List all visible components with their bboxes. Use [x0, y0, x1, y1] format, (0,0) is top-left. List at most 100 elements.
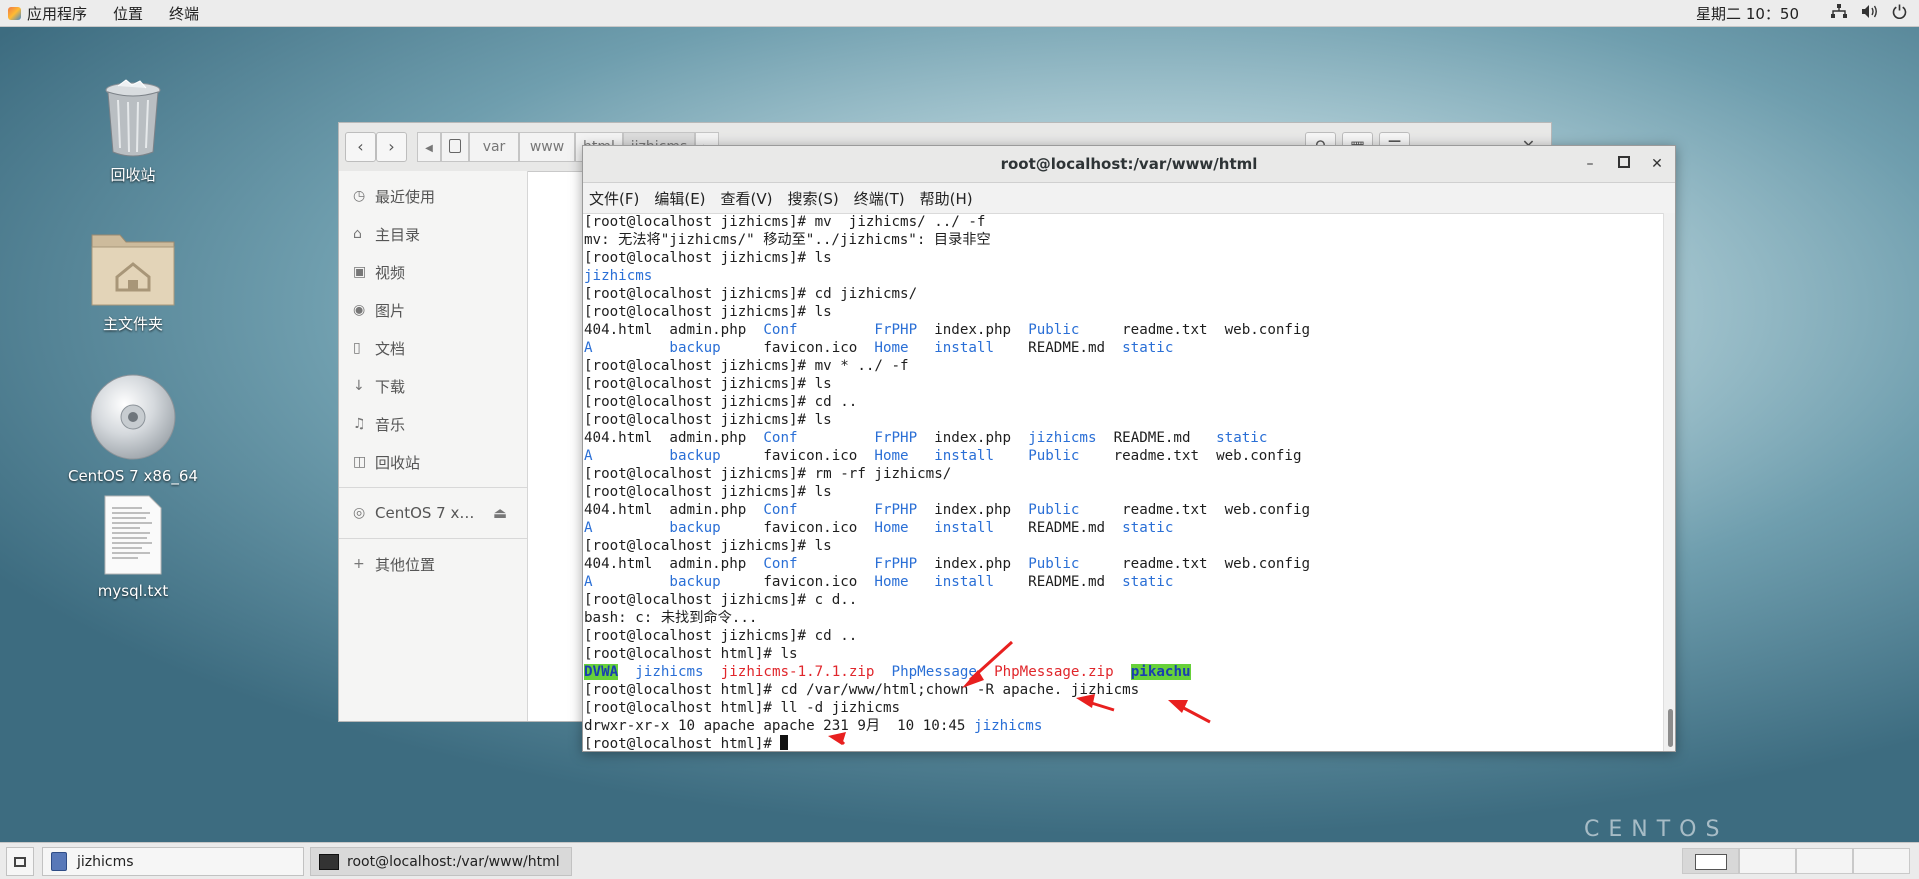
apps-menu-label: 应用程序	[27, 4, 88, 23]
breadcrumb-scroll-left[interactable]: ◀	[417, 132, 441, 162]
desktop-icon-home-folder[interactable]: 主文件夹	[63, 225, 203, 334]
terminal-line: A backup favicon.ico Home install README…	[584, 573, 1663, 591]
task-terminal[interactable]: root@localhost:/var/www/html	[310, 847, 572, 876]
terminal-text: favicon.ico	[720, 448, 875, 464]
sidebar-item-documents[interactable]: ▯ 文档	[339, 329, 527, 367]
terminal-text: [root@localhost html]# ls	[584, 646, 798, 662]
sidebar-item-recent[interactable]: ◷ 最近使用	[339, 177, 527, 215]
sidebar-item-trash[interactable]: ◫ 回收站	[339, 443, 527, 481]
terminal-line: [root@localhost jizhicms]# rm -rf jizhic…	[584, 465, 1663, 483]
terminal-line: A backup favicon.ico Home install README…	[584, 519, 1663, 537]
sidebar-divider	[339, 487, 527, 488]
volume-icon[interactable]	[1861, 4, 1878, 23]
workspace-3[interactable]	[1796, 848, 1853, 874]
chevron-right-icon: ›	[388, 137, 395, 156]
terminal-blue-text: Conf	[763, 430, 798, 446]
terminal-blue-text: static	[1122, 574, 1174, 590]
menu-file[interactable]: 文件(F)	[589, 188, 639, 209]
network-icon[interactable]	[1831, 4, 1847, 23]
minimize-button[interactable]: –	[1575, 146, 1605, 182]
close-button[interactable]: ✕	[1642, 146, 1672, 182]
sidebar-item-home[interactable]: ⌂ 主目录	[339, 215, 527, 253]
terminal-line: [root@localhost jizhicms]# ls	[584, 375, 1663, 393]
terminal-blue-text: FrPHP	[874, 322, 918, 338]
forward-button[interactable]: ›	[376, 132, 407, 162]
maximize-button[interactable]	[1609, 146, 1639, 182]
terminal-line: [root@localhost html]# ls	[584, 645, 1663, 663]
menu-terminal[interactable]: 终端(T)	[854, 188, 905, 209]
desktop-icon-label: CentOS 7 x86_64	[67, 467, 199, 485]
centos-watermark: CENTOS	[1584, 817, 1729, 842]
apps-menu[interactable]: 应用程序	[8, 3, 87, 24]
sidebar-item-other-locations[interactable]: + 其他位置	[339, 545, 527, 583]
workspace-2[interactable]	[1739, 848, 1796, 874]
menu-help[interactable]: 帮助(H)	[920, 188, 973, 209]
breadcrumb-www[interactable]: www	[519, 132, 575, 162]
terminal-icon	[319, 853, 339, 870]
file-manager-icon	[51, 852, 67, 871]
sidebar-item-label: 音乐	[375, 415, 406, 434]
terminal-line: [root@localhost jizhicms]# mv * ../ -f	[584, 357, 1663, 375]
terminal-line: [root@localhost jizhicms]# ls	[584, 411, 1663, 429]
sidebar-item-downloads[interactable]: ↓ 下载	[339, 367, 527, 405]
terminal-line: [root@localhost jizhicms]# cd ..	[584, 627, 1663, 645]
back-button[interactable]: ‹	[345, 132, 376, 162]
eject-icon[interactable]: ⏏	[493, 504, 507, 522]
terminal-blue-text: static	[1122, 340, 1174, 356]
task-file-manager[interactable]: jizhicms	[42, 847, 304, 876]
home-icon: ⌂	[353, 226, 362, 242]
menu-view[interactable]: 查看(V)	[721, 188, 773, 209]
terminal-blue-text: jizhicms	[974, 718, 1043, 734]
terminal-line: DVWA jizhicms jizhicms-1.7.1.zip PhpMess…	[584, 663, 1663, 681]
terminal-titlebar[interactable]: root@localhost:/var/www/html – ✕	[583, 146, 1675, 183]
terminal-text: readme.txt web.config	[1079, 322, 1311, 338]
terminal-text: [root@localhost jizhicms]# c d..	[584, 592, 858, 608]
clock[interactable]: 星期二 10：50	[1696, 3, 1799, 24]
terminal-menu[interactable]: 终端	[169, 3, 199, 24]
terminal-blue-text: Conf	[763, 322, 798, 338]
breadcrumb-root[interactable]	[441, 132, 469, 162]
show-desktop-button[interactable]	[6, 847, 34, 876]
terminal-blue-text: Conf	[763, 556, 798, 572]
home-folder-icon	[90, 225, 176, 307]
sidebar-item-videos[interactable]: ▣ 视频	[339, 253, 527, 291]
disc-icon: ◎	[353, 505, 366, 521]
terminal-window[interactable]: root@localhost:/var/www/html – ✕ 文件(F) 编…	[582, 145, 1676, 752]
terminal-line: [root@localhost html]# ll -d jizhicms	[584, 699, 1663, 717]
terminal-blue-text: Conf	[763, 502, 798, 518]
places-menu[interactable]: 位置	[113, 3, 143, 24]
terminal-line: bash: c: 未找到命令...	[584, 609, 1663, 627]
terminal-scrollbar[interactable]	[1663, 213, 1675, 751]
desktop-icon-disc[interactable]: CentOS 7 x86_64	[63, 373, 203, 485]
menu-edit[interactable]: 编辑(E)	[654, 188, 705, 209]
sidebar-item-label: 下载	[375, 377, 406, 396]
sidebar-item-pictures[interactable]: ◉ 图片	[339, 291, 527, 329]
terminal-line: 404.html admin.php Conf FrPHP index.php …	[584, 429, 1663, 447]
power-icon[interactable]	[1892, 4, 1907, 23]
scrollbar-thumb[interactable]	[1668, 709, 1673, 747]
desktop-icon-mysql-txt[interactable]: mysql.txt	[63, 494, 203, 600]
terminal-line: [root@localhost html]#	[584, 735, 1663, 751]
sidebar-item-label: CentOS 7 x…	[375, 504, 475, 522]
breadcrumb-var[interactable]: var	[469, 132, 519, 162]
terminal-text: index.php	[917, 556, 1029, 572]
terminal-text: 404.html admin.php	[584, 502, 764, 518]
task-label: root@localhost:/var/www/html	[347, 853, 560, 870]
sidebar-item-centos-disc[interactable]: ◎ CentOS 7 x… ⏏	[339, 494, 527, 532]
desktop-icon-label: 回收站	[110, 166, 156, 184]
workspace-4[interactable]	[1853, 848, 1910, 874]
menu-search[interactable]: 搜索(S)	[788, 188, 839, 209]
bottom-taskbar: jizhicms root@localhost:/var/www/html	[0, 842, 1919, 879]
terminal-output[interactable]: [root@localhost jizhicms]# mv jizhicms/ …	[583, 213, 1663, 751]
terminal-text: [root@localhost jizhicms]# ls	[584, 412, 832, 428]
terminal-blue-text: A	[584, 574, 593, 590]
sidebar-item-music[interactable]: ♫ 音乐	[339, 405, 527, 443]
desktop-icon-trash[interactable]: 回收站	[63, 78, 203, 185]
workspace-1[interactable]	[1682, 848, 1739, 874]
top-bar: 应用程序 位置 终端 星期二 10：50	[0, 0, 1919, 27]
